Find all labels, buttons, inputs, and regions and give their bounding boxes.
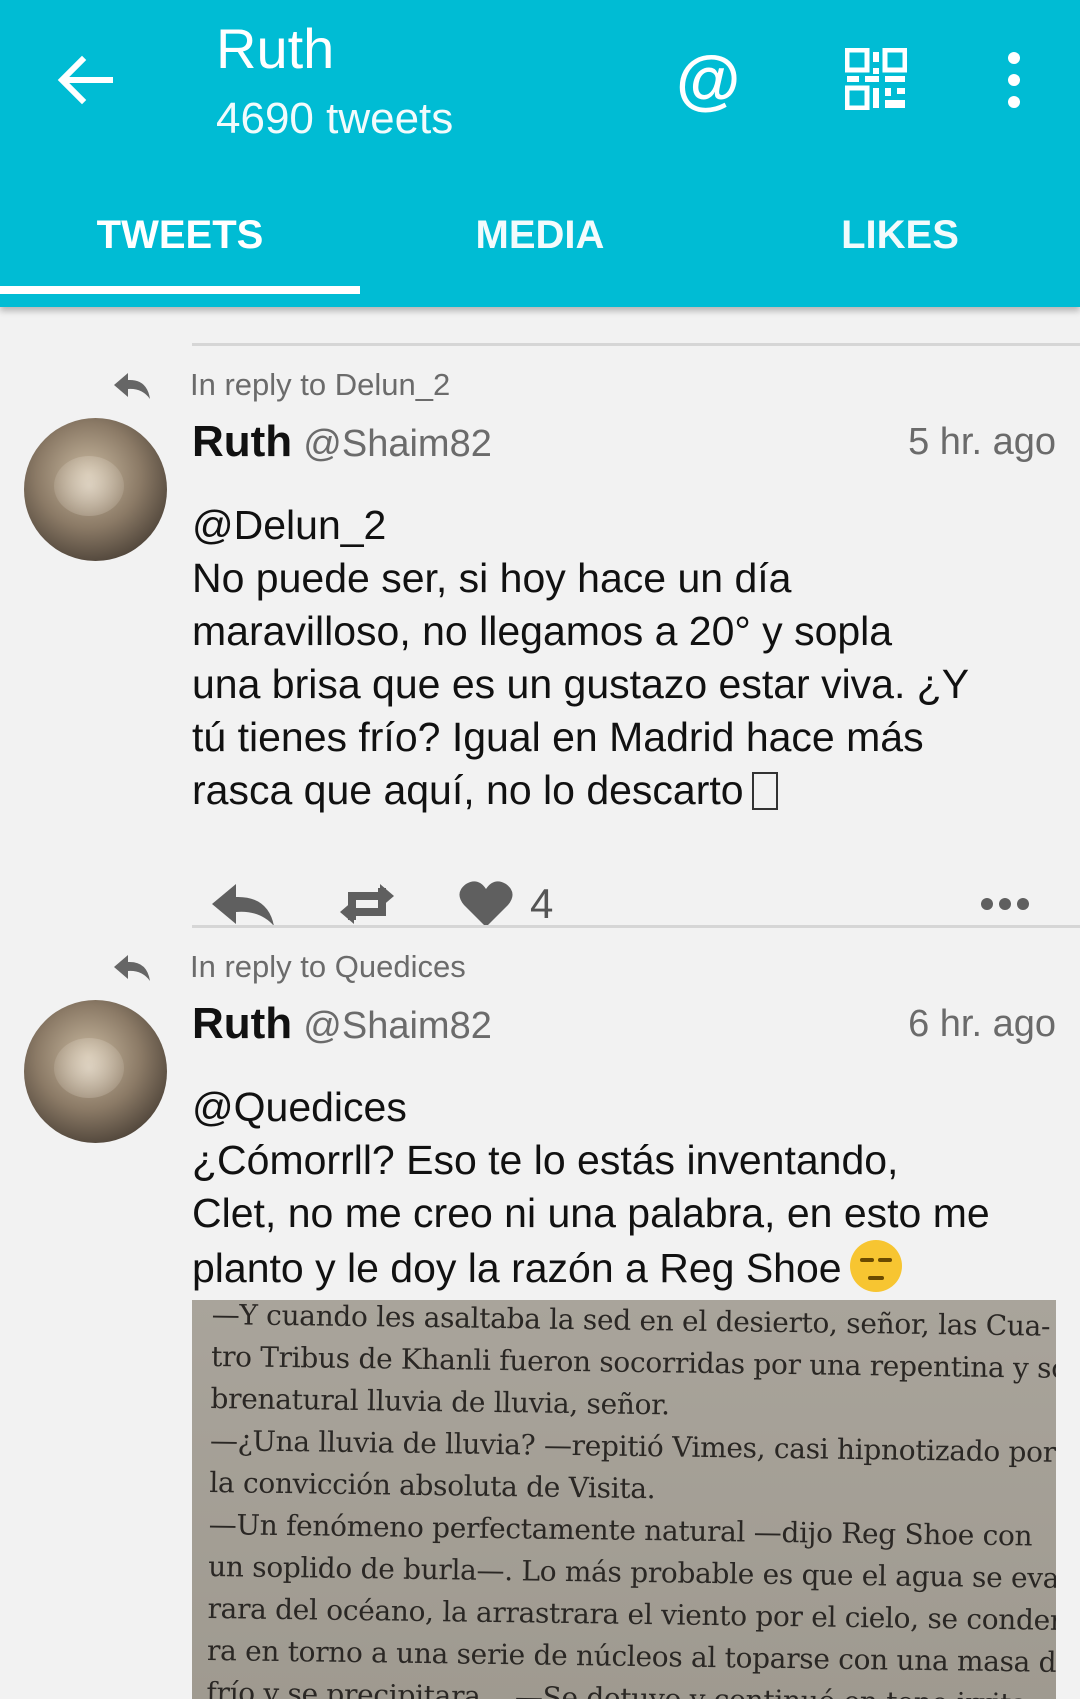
tweet-text-content: @Delun_2 No puede ser, si hoy hace un dí… (192, 502, 970, 813)
profile-tabs: TWEETS MEDIA LIKES (0, 200, 1080, 307)
previous-tweet-actions-remnant (220, 307, 520, 323)
reply-to-label: In reply to Quedices (190, 949, 466, 984)
missing-glyph-emoji-icon (751, 772, 778, 810)
tweet-timeline[interactable]: In reply to Delun_2 Ruth @Shaim82 5 hr. … (0, 307, 1080, 1699)
tweet-divider (192, 925, 1080, 928)
tweet-timestamp: 5 hr. ago (908, 421, 1056, 463)
reply-context[interactable]: In reply to Delun_2 (112, 365, 450, 405)
reply-icon (212, 884, 274, 926)
author-handle[interactable]: @Shaim82 (303, 423, 492, 465)
author-name[interactable]: Ruth (192, 999, 292, 1048)
qr-code-icon[interactable] (845, 48, 907, 110)
reply-arrow-icon (114, 373, 150, 399)
tweet-divider (192, 343, 1080, 346)
tweet-header: Ruth @Shaim82 6 hr. ago (192, 999, 1056, 1055)
mention-at-icon[interactable]: @ (676, 40, 740, 118)
profile-name-title: Ruth (216, 17, 335, 80)
avatar[interactable] (24, 418, 167, 561)
author-name[interactable]: Ruth (192, 417, 292, 466)
more-vertical-icon[interactable] (998, 50, 1030, 110)
reply-context[interactable]: In reply to Quedices (112, 947, 466, 987)
tab-likes[interactable]: LIKES (720, 200, 1080, 307)
tab-tweets[interactable]: TWEETS (0, 200, 360, 307)
retweet-icon (340, 884, 394, 924)
book-page-text: —Y cuando les asaltaba la sed en el desi… (206, 1300, 1056, 1699)
tweet-header: Ruth @Shaim82 5 hr. ago (192, 417, 1056, 473)
tweet-text: @Delun_2 No puede ser, si hoy hace un dí… (192, 499, 1060, 817)
back-arrow-icon[interactable] (52, 48, 116, 112)
tweet-media-image[interactable]: —Y cuando les asaltaba la sed en el desi… (192, 1300, 1056, 1699)
more-horizontal-icon (981, 898, 1029, 910)
reply-arrow-icon (114, 955, 150, 981)
tweet-count: 4690 tweets (216, 94, 454, 143)
tab-media[interactable]: MEDIA (360, 200, 720, 307)
author-handle[interactable]: @Shaim82 (303, 1005, 492, 1047)
app-bar: Ruth 4690 tweets @ TWEETS MEDIA LIKES (0, 0, 1080, 307)
tweet-timestamp: 6 hr. ago (908, 1003, 1056, 1045)
heart-icon (459, 881, 513, 927)
tweet-text: @Quedices ¿Cómorrll? Eso te lo estás inv… (192, 1081, 1060, 1295)
like-count: 4 (530, 880, 554, 927)
reply-to-label: In reply to Delun_2 (190, 367, 451, 402)
unamused-face-emoji-icon (849, 1240, 902, 1292)
avatar[interactable] (24, 1000, 167, 1143)
